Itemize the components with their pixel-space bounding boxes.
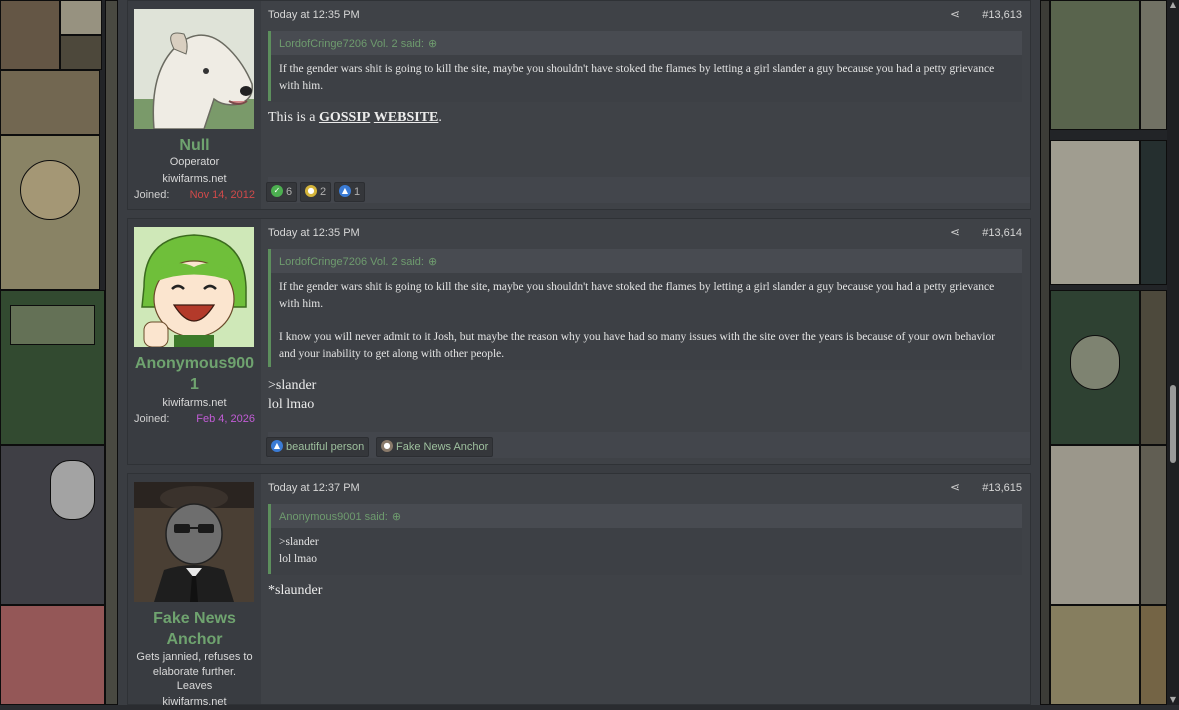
scroll-down-arrow-icon[interactable]: ▼ bbox=[1167, 695, 1179, 705]
message-suffix: . bbox=[438, 110, 442, 125]
post-user-column: Null Ooperator kiwifarms.net Joined: Nov… bbox=[128, 1, 261, 209]
post-number-link[interactable]: #13,613 bbox=[982, 9, 1022, 21]
user-name-link[interactable]: Null bbox=[128, 135, 261, 156]
post-meta: Today at 12:37 PM ⋖ #13,615 bbox=[268, 474, 1022, 502]
thread-posts: Null Ooperator kiwifarms.net Joined: Nov… bbox=[118, 0, 1040, 708]
avatar[interactable] bbox=[134, 482, 254, 602]
post-date-link[interactable]: Today at 12:35 PM bbox=[268, 227, 360, 239]
post-13615: Fake News Anchor Gets jannied, refuses t… bbox=[127, 473, 1031, 708]
quote-author-link[interactable]: LordofCringe7206 Vol. 2 said: ⊕ bbox=[279, 255, 437, 268]
quote-paragraph: If the gender wars shit is going to kill… bbox=[279, 63, 995, 92]
share-icon[interactable]: ⋖ bbox=[950, 7, 960, 21]
scroll-up-arrow-icon[interactable]: ▲ bbox=[1167, 0, 1179, 10]
message-text: This is a bbox=[268, 110, 319, 125]
quote-author[interactable]: Anonymous9001 said: bbox=[279, 511, 388, 523]
reaction-beautiful-person[interactable]: ▲ beautiful person bbox=[266, 437, 370, 457]
user-domain: kiwifarms.net bbox=[162, 173, 227, 185]
post-13613: Null Ooperator kiwifarms.net Joined: Nov… bbox=[127, 0, 1031, 210]
quote-block: LordofCringe7206 Vol. 2 said: ⊕ If the ge… bbox=[268, 31, 1022, 102]
message-line: >slander bbox=[268, 378, 317, 393]
post-meta: Today at 12:35 PM ⋖ #13,613 bbox=[268, 1, 1022, 29]
quote-jump-icon[interactable]: ⊕ bbox=[392, 510, 401, 523]
user-title-2: Leaves bbox=[176, 680, 213, 692]
quote-jump-icon[interactable]: ⊕ bbox=[428, 37, 437, 50]
reaction-check[interactable]: ✓ 6 bbox=[266, 182, 298, 202]
green-haired-character-avatar-icon bbox=[134, 227, 254, 347]
share-icon[interactable]: ⋖ bbox=[950, 480, 960, 494]
quote-jump-icon[interactable]: ⊕ bbox=[428, 255, 437, 268]
reaction-count: 2 bbox=[320, 186, 327, 198]
reaction-count: 1 bbox=[354, 186, 361, 198]
joined-date: Nov 14, 2012 bbox=[189, 189, 255, 201]
user-domain: kiwifarms.net bbox=[162, 696, 227, 708]
reactions-bar: ✓ 6 ● 2 ▲ 1 bbox=[266, 177, 1030, 203]
news-anchor-avatar-icon bbox=[134, 482, 254, 602]
quote-body: >slander lol lmao bbox=[271, 528, 1022, 575]
post-message: *slaunder bbox=[268, 581, 1022, 600]
user-title: Gets jannied, refuses to elaborate furth… bbox=[136, 651, 253, 678]
post-13614: Anonymous900 1 kiwifarms.net Joined: Feb… bbox=[127, 218, 1031, 465]
reactions-bar: ▲ beautiful person ● Fake News Anchor bbox=[266, 432, 1030, 458]
quote-paragraph: I know you will never admit to it Josh, … bbox=[279, 331, 996, 360]
gossip-link[interactable]: GOSSIP bbox=[319, 110, 370, 125]
quote-body: If the gender wars shit is going to kill… bbox=[271, 273, 1022, 370]
user-name-link[interactable]: Fake News Anchor bbox=[128, 608, 261, 650]
reaction-label: Fake News Anchor bbox=[396, 441, 489, 453]
avatar[interactable] bbox=[134, 227, 254, 347]
fake-news-anchor-icon: ● bbox=[381, 440, 393, 453]
post-number-link[interactable]: #13,614 bbox=[982, 227, 1022, 239]
post-message: This is a GOSSIP WEBSITE. bbox=[268, 108, 1022, 127]
post-user-column: Fake News Anchor Gets jannied, refuses t… bbox=[128, 474, 261, 708]
reaction-medal[interactable]: ● 2 bbox=[300, 182, 332, 202]
thumbs-up-reaction-icon: ▲ bbox=[271, 440, 283, 453]
quote-body: If the gender wars shit is going to kill… bbox=[271, 55, 1022, 102]
quote-block: LordofCringe7206 Vol. 2 said: ⊕ If the ge… bbox=[268, 249, 1022, 370]
post-date-link[interactable]: Today at 12:35 PM bbox=[268, 9, 360, 21]
scrollbar-thumb[interactable] bbox=[1170, 385, 1176, 463]
post-user-column: Anonymous900 1 kiwifarms.net Joined: Feb… bbox=[128, 219, 261, 464]
joined-label: Joined: bbox=[134, 413, 170, 425]
quote-paragraph: If the gender wars shit is going to kill… bbox=[279, 281, 995, 310]
joined-label: Joined: bbox=[134, 189, 170, 201]
user-domain: kiwifarms.net bbox=[162, 397, 227, 409]
quote-author[interactable]: LordofCringe7206 Vol. 2 said: bbox=[279, 38, 424, 50]
user-title: Ooperator bbox=[169, 156, 220, 168]
quote-author-link[interactable]: LordofCringe7206 Vol. 2 said: ⊕ bbox=[279, 37, 437, 50]
avatar[interactable] bbox=[134, 9, 254, 129]
post-message: >slander lol lmao bbox=[268, 376, 1022, 414]
quote-line: >slander bbox=[279, 536, 319, 548]
thumbs-up-reaction-icon: ▲ bbox=[339, 185, 351, 198]
reaction-count: 6 bbox=[286, 186, 293, 198]
message-line: *slaunder bbox=[268, 583, 323, 598]
quote-author-link[interactable]: Anonymous9001 said: ⊕ bbox=[279, 510, 401, 523]
reaction-thumbs[interactable]: ▲ 1 bbox=[334, 182, 366, 202]
page-scrollbar[interactable]: ▲ ▼ bbox=[1167, 0, 1179, 705]
reaction-label: beautiful person bbox=[286, 441, 365, 453]
post-date-link[interactable]: Today at 12:37 PM bbox=[268, 482, 360, 494]
quote-line: lol lmao bbox=[279, 553, 318, 565]
dog-avatar-icon bbox=[134, 9, 254, 129]
medal-reaction-icon: ● bbox=[305, 185, 317, 198]
user-name-link[interactable]: Anonymous900 1 bbox=[128, 353, 261, 395]
post-number-link[interactable]: #13,615 bbox=[982, 482, 1022, 494]
check-reaction-icon: ✓ bbox=[271, 185, 283, 198]
quote-block: Anonymous9001 said: ⊕ >slander lol lmao bbox=[268, 504, 1022, 575]
post-meta: Today at 12:35 PM ⋖ #13,614 bbox=[268, 219, 1022, 247]
background-collage-right bbox=[1040, 0, 1167, 705]
reaction-fake-news-anchor[interactable]: ● Fake News Anchor bbox=[376, 437, 494, 457]
joined-date: Feb 4, 2026 bbox=[196, 413, 255, 425]
share-icon[interactable]: ⋖ bbox=[950, 225, 960, 239]
quote-author[interactable]: LordofCringe7206 Vol. 2 said: bbox=[279, 256, 424, 268]
website-link[interactable]: WEBSITE bbox=[374, 110, 439, 125]
message-line: lol lmao bbox=[268, 397, 315, 412]
background-collage-left bbox=[0, 0, 118, 705]
